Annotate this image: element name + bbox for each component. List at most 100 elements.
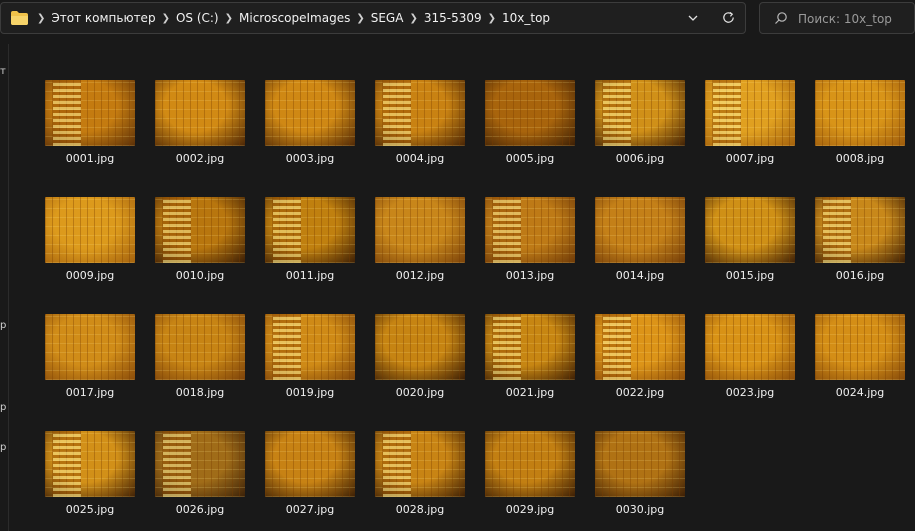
file-item[interactable]: 0028.jpg xyxy=(374,431,466,516)
file-name: 0005.jpg xyxy=(505,152,555,165)
nav-item[interactable]: р xyxy=(0,404,8,412)
file-item[interactable]: 0021.jpg xyxy=(484,314,576,399)
image-thumbnail[interactable] xyxy=(265,314,355,380)
image-thumbnail[interactable] xyxy=(45,431,135,497)
file-item[interactable]: 0029.jpg xyxy=(484,431,576,516)
file-item[interactable]: 0024.jpg xyxy=(814,314,906,399)
image-thumbnail[interactable] xyxy=(815,314,905,380)
file-name: 0012.jpg xyxy=(395,269,445,282)
search-input[interactable]: Поиск: 10x_top xyxy=(798,12,892,26)
image-thumbnail[interactable] xyxy=(705,314,795,380)
image-thumbnail[interactable] xyxy=(375,314,465,380)
breadcrumb-item-microscopeimages[interactable]: MicroscopeImages xyxy=(239,11,350,25)
breadcrumb-item-sega[interactable]: SEGA xyxy=(371,11,404,25)
image-thumbnail[interactable] xyxy=(815,80,905,146)
nav-item[interactable]: р xyxy=(0,444,8,452)
image-thumbnail[interactable] xyxy=(265,431,355,497)
image-thumbnail[interactable] xyxy=(45,314,135,380)
nav-item[interactable] xyxy=(0,226,8,234)
breadcrumb-item-this-pc[interactable]: Этот компьютер xyxy=(51,11,155,25)
image-thumbnail[interactable] xyxy=(375,431,465,497)
file-item[interactable]: 0005.jpg xyxy=(484,80,576,165)
navigation-pane[interactable]: т р р р xyxy=(0,44,9,531)
image-thumbnail[interactable] xyxy=(155,197,245,263)
file-item[interactable]: 0023.jpg xyxy=(704,314,796,399)
file-item[interactable]: 0007.jpg xyxy=(704,80,796,165)
file-item[interactable]: 0001.jpg xyxy=(44,80,136,165)
file-item[interactable]: 0006.jpg xyxy=(594,80,686,165)
file-item[interactable]: 0012.jpg xyxy=(374,197,466,282)
file-name: 0002.jpg xyxy=(175,152,225,165)
image-thumbnail[interactable] xyxy=(595,197,685,263)
file-item[interactable]: 0014.jpg xyxy=(594,197,686,282)
file-item[interactable]: 0009.jpg xyxy=(44,197,136,282)
chevron-right-icon[interactable]: ❯ xyxy=(409,13,417,24)
file-item[interactable]: 0008.jpg xyxy=(814,80,906,165)
nav-item[interactable] xyxy=(0,174,8,182)
file-item[interactable]: 0027.jpg xyxy=(264,431,356,516)
image-thumbnail[interactable] xyxy=(155,314,245,380)
file-item[interactable]: 0022.jpg xyxy=(594,314,686,399)
image-thumbnail[interactable] xyxy=(705,197,795,263)
image-thumbnail[interactable] xyxy=(45,197,135,263)
image-thumbnail[interactable] xyxy=(485,197,575,263)
file-item[interactable]: 0030.jpg xyxy=(594,431,686,516)
file-item[interactable]: 0026.jpg xyxy=(154,431,246,516)
file-item[interactable]: 0004.jpg xyxy=(374,80,466,165)
image-thumbnail[interactable] xyxy=(155,80,245,146)
chevron-right-icon[interactable]: ❯ xyxy=(225,13,233,24)
nav-item[interactable]: т xyxy=(0,68,8,76)
image-thumbnail[interactable] xyxy=(595,431,685,497)
file-item[interactable]: 0015.jpg xyxy=(704,197,796,282)
image-thumbnail[interactable] xyxy=(485,314,575,380)
nav-item[interactable] xyxy=(0,198,8,206)
file-item[interactable]: 0020.jpg xyxy=(374,314,466,399)
file-item[interactable]: 0013.jpg xyxy=(484,197,576,282)
file-item[interactable]: 0018.jpg xyxy=(154,314,246,399)
file-item[interactable]: 0010.jpg xyxy=(154,197,246,282)
image-thumbnail[interactable] xyxy=(705,80,795,146)
address-bar[interactable]: ❯ Этот компьютер ❯ OS (C:) ❯ MicroscopeI… xyxy=(0,2,746,34)
breadcrumb-item-drive-c[interactable]: OS (C:) xyxy=(176,11,219,25)
nav-item[interactable] xyxy=(0,148,8,156)
image-thumbnail[interactable] xyxy=(595,80,685,146)
chevron-right-icon[interactable]: ❯ xyxy=(356,13,364,24)
image-thumbnail[interactable] xyxy=(265,80,355,146)
chevron-down-icon[interactable] xyxy=(687,12,699,24)
file-item[interactable]: 0002.jpg xyxy=(154,80,246,165)
file-item[interactable]: 0025.jpg xyxy=(44,431,136,516)
nav-item[interactable]: р xyxy=(0,322,8,330)
file-name: 0024.jpg xyxy=(835,386,885,399)
image-thumbnail[interactable] xyxy=(485,80,575,146)
file-item[interactable]: 0019.jpg xyxy=(264,314,356,399)
image-thumbnail[interactable] xyxy=(595,314,685,380)
nav-item[interactable] xyxy=(0,362,8,370)
image-thumbnail[interactable] xyxy=(815,197,905,263)
refresh-icon[interactable] xyxy=(721,10,736,25)
file-name: 0013.jpg xyxy=(505,269,555,282)
file-name: 0003.jpg xyxy=(285,152,335,165)
image-thumbnail[interactable] xyxy=(375,197,465,263)
file-item[interactable]: 0017.jpg xyxy=(44,314,136,399)
image-thumbnail[interactable] xyxy=(485,431,575,497)
chevron-right-icon[interactable]: ❯ xyxy=(488,13,496,24)
file-name: 0026.jpg xyxy=(175,503,225,516)
breadcrumb-item-315-5309[interactable]: 315-5309 xyxy=(424,11,482,25)
breadcrumb-item-10x-top[interactable]: 10x_top xyxy=(502,11,550,25)
file-name: 0008.jpg xyxy=(835,152,885,165)
file-item[interactable]: 0003.jpg xyxy=(264,80,356,165)
image-thumbnail[interactable] xyxy=(375,80,465,146)
search-icon xyxy=(775,12,787,24)
file-name: 0022.jpg xyxy=(615,386,665,399)
nav-item[interactable] xyxy=(0,122,8,130)
file-item[interactable]: 0016.jpg xyxy=(814,197,906,282)
nav-item[interactable] xyxy=(0,96,8,104)
chevron-right-icon[interactable]: ❯ xyxy=(162,13,170,24)
file-name: 0009.jpg xyxy=(65,269,115,282)
file-name: 0001.jpg xyxy=(65,152,115,165)
image-thumbnail[interactable] xyxy=(265,197,355,263)
file-item[interactable]: 0011.jpg xyxy=(264,197,356,282)
image-thumbnail[interactable] xyxy=(155,431,245,497)
search-box[interactable]: Поиск: 10x_top xyxy=(759,2,915,34)
image-thumbnail[interactable] xyxy=(45,80,135,146)
